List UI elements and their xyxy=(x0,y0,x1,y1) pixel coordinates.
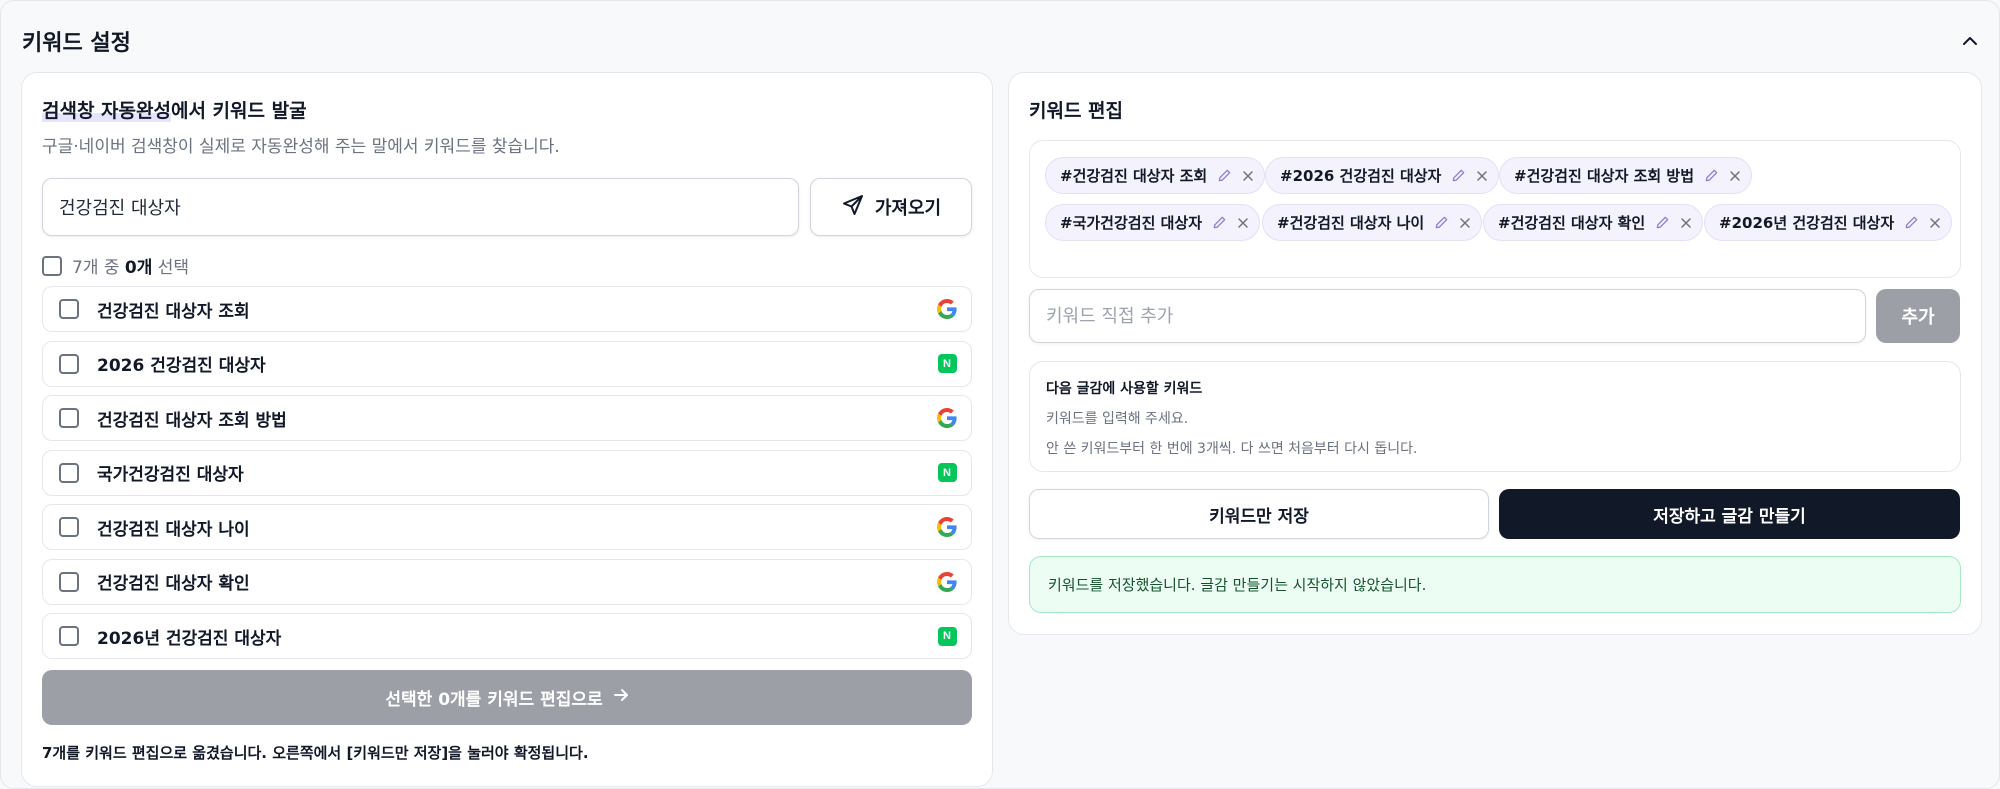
suggestion-item[interactable]: 국가건강검진 대상자 N xyxy=(42,449,972,496)
select-count: 0개 xyxy=(124,258,153,278)
naver-icon: N xyxy=(937,626,957,646)
move-button-label: 선택한 0개를 키워드 편집으로 xyxy=(385,690,603,710)
keyword-chip-label: #국가건강검진 대상자 xyxy=(1060,214,1202,232)
keyword-chip-label: #건강검진 대상자 나이 xyxy=(1277,214,1425,232)
select-suffix: 선택 xyxy=(152,258,190,278)
pencil-icon[interactable] xyxy=(1451,168,1466,183)
keyword-chip: #국가건강검진 대상자 xyxy=(1045,204,1260,241)
suggestion-item[interactable]: 2026년 건강검진 대상자 N xyxy=(42,613,972,659)
suggestion-label: 국가건강검진 대상자 xyxy=(97,465,244,485)
arrow-right-icon xyxy=(613,687,629,708)
pencil-icon[interactable] xyxy=(1655,215,1670,230)
keyword-chip: #2026년 건강검진 대상자 xyxy=(1704,204,1953,241)
editor-title: 키워드 편집 xyxy=(1029,100,1124,122)
suggestion-item[interactable]: 건강검진 대상자 확인 xyxy=(42,558,972,605)
keyword-chip: #2026 건강검진 대상자 xyxy=(1265,157,1500,194)
info-title: 다음 글감에 사용할 키워드 xyxy=(1046,381,1203,397)
suggestion-list: 건강검진 대상자 조회 2026 건강검진 대상자 N 건강검진 대상자 조회 방법국… xyxy=(42,286,972,668)
suggestion-item[interactable]: 2026 건강검진 대상자 N xyxy=(42,340,972,387)
suggestion-item[interactable]: 건강검진 대상자 나이 xyxy=(42,504,972,550)
suggestion-label: 2026 건강검진 대상자 xyxy=(97,356,266,376)
suggestion-label: 건강검진 대상자 나이 xyxy=(97,519,250,540)
collapse-button[interactable] xyxy=(1957,27,1983,53)
save-and-create-button[interactable]: 저장하고 글감 만들기 xyxy=(1499,489,1960,539)
naver-icon: N xyxy=(937,463,957,483)
suggestion-checkbox[interactable] xyxy=(59,353,79,374)
suggestion-label: 건강검진 대상자 조회 방법 xyxy=(97,410,287,431)
suggestion-checkbox[interactable] xyxy=(59,299,79,319)
google-icon xyxy=(937,571,957,592)
suggestion-label: 2026년 건강검진 대상자 xyxy=(97,628,282,649)
fetch-button[interactable]: 가져오기 xyxy=(810,178,972,236)
naver-icon: N xyxy=(937,354,957,374)
keyword-chip-label: #건강검진 대상자 조회 방법 xyxy=(1514,167,1695,185)
suggestion-checkbox[interactable] xyxy=(59,517,79,537)
close-icon[interactable] xyxy=(1680,217,1692,229)
naver-badge: N xyxy=(937,626,957,646)
keyword-chip: #건강검진 대상자 확인 xyxy=(1483,204,1704,241)
suggestion-checkbox[interactable] xyxy=(59,626,79,646)
next-keywords-info: 다음 글감에 사용할 키워드 키워드를 입력해 주세요. 안 쓴 키워드부터 한… xyxy=(1029,361,1961,472)
select-all-checkbox[interactable] xyxy=(42,255,62,276)
chevron-up-icon xyxy=(1962,31,1978,50)
keyword-chip: #건강검진 대상자 나이 xyxy=(1262,204,1483,241)
pencil-icon[interactable] xyxy=(1212,215,1227,230)
save-keywords-button[interactable]: 키워드만 저장 xyxy=(1029,489,1489,539)
move-to-editor-button[interactable]: 선택한 0개를 키워드 편집으로 xyxy=(42,670,972,725)
search-input[interactable] xyxy=(42,178,799,236)
pencil-icon[interactable] xyxy=(1904,215,1919,230)
close-icon[interactable] xyxy=(1459,217,1471,229)
section-title: 키워드 설정 xyxy=(22,31,131,56)
keyword-chip: #건강검진 대상자 조회 방법 xyxy=(1499,157,1753,194)
close-icon[interactable] xyxy=(1729,170,1741,182)
suggestion-checkbox[interactable] xyxy=(59,408,79,428)
move-note: 7개를 키워드 편집으로 옮겼습니다. 오른쪽에서 [키워드만 저장]을 눌러야… xyxy=(42,744,589,762)
select-count-text: 7개 중 0개 선택 xyxy=(72,253,189,278)
google-icon xyxy=(937,299,957,319)
info-line-2: 안 쓴 키워드부터 한 번에 3개씩. 다 쓰면 처음부터 다시 돕니다. xyxy=(1046,441,1418,457)
keyword-chip-label: #건강검진 대상자 확인 xyxy=(1498,214,1646,232)
pencil-icon[interactable] xyxy=(1434,215,1449,230)
close-icon[interactable] xyxy=(1929,217,1941,229)
success-message: 키워드를 저장했습니다. 글감 만들기는 시작하지 않았습니다. xyxy=(1029,556,1961,613)
naver-badge: N xyxy=(937,463,957,482)
discover-title-highlight: 검색창 자동완성 xyxy=(42,100,171,122)
info-line-1: 키워드를 입력해 주세요. xyxy=(1046,411,1189,427)
close-icon[interactable] xyxy=(1237,217,1249,229)
send-icon xyxy=(841,193,865,222)
select-all-row: 7개 중 0개 선택 xyxy=(42,253,189,278)
keyword-chip: #건강검진 대상자 조회 xyxy=(1045,157,1266,194)
suggestion-item[interactable]: 건강검진 대상자 조회 방법 xyxy=(42,395,972,441)
select-prefix: 7개 중 xyxy=(72,258,125,278)
suggestion-checkbox[interactable] xyxy=(59,462,79,483)
keyword-chip-label: #2026 건강검진 대상자 xyxy=(1280,167,1442,185)
suggestion-label: 건강검진 대상자 확인 xyxy=(97,574,250,594)
pencil-icon[interactable] xyxy=(1704,168,1719,183)
close-icon[interactable] xyxy=(1476,170,1488,182)
add-keyword-input[interactable] xyxy=(1029,289,1866,343)
close-icon[interactable] xyxy=(1242,170,1254,182)
discover-title-rest: 에서 키워드 발굴 xyxy=(170,100,307,122)
fetch-button-label: 가져오기 xyxy=(874,198,942,219)
add-keyword-button[interactable]: 추가 xyxy=(1876,289,1960,343)
google-icon xyxy=(937,517,957,537)
discover-title: 검색창 자동완성에서 키워드 발굴 xyxy=(42,96,307,123)
google-icon xyxy=(937,408,957,428)
naver-badge: N xyxy=(937,354,957,373)
pencil-icon[interactable] xyxy=(1217,168,1232,183)
suggestion-checkbox[interactable] xyxy=(59,571,79,592)
keyword-chip-label: #건강검진 대상자 조회 xyxy=(1060,167,1208,185)
suggestion-label: 건강검진 대상자 조회 xyxy=(97,301,250,322)
suggestion-item[interactable]: 건강검진 대상자 조회 xyxy=(42,286,972,332)
keyword-chip-label: #2026년 건강검진 대상자 xyxy=(1719,214,1895,232)
discover-subtitle: 구글·네이버 검색창이 실제로 자동완성해 주는 말에서 키워드를 찾습니다. xyxy=(42,137,560,157)
